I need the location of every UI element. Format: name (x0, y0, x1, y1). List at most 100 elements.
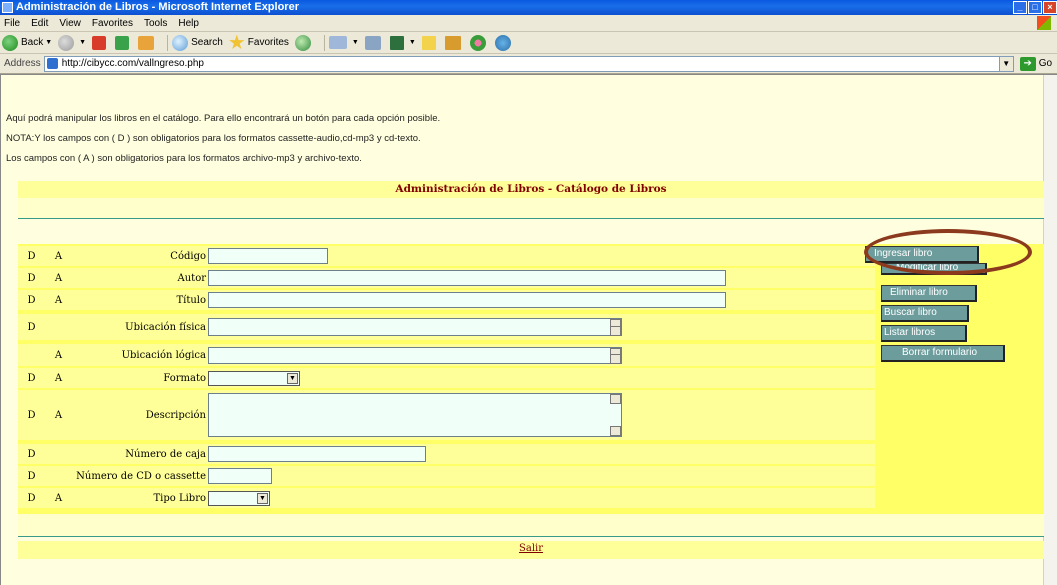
scroll-down-icon[interactable] (610, 426, 621, 436)
menu-edit[interactable]: Edit (31, 18, 48, 29)
messenger-icon (494, 34, 511, 51)
mail-button[interactable]: ▼ (328, 36, 359, 49)
form-row-descripcion: D A Descripción (18, 390, 875, 440)
ubicacion-fisica-textarea[interactable] (208, 318, 622, 336)
required-d-mark: D (27, 492, 36, 504)
page-title: Administración de Libros - Catálogo de L… (395, 183, 667, 195)
eliminar-libro-button[interactable]: Eliminar libro (881, 285, 977, 302)
formato-select[interactable]: ▼ (208, 370, 300, 386)
window-titlebar: Administración de Libros - Microsoft Int… (0, 0, 1057, 15)
divider (18, 218, 1044, 219)
numero-caja-input[interactable] (208, 446, 426, 462)
scroll-down-icon[interactable] (610, 326, 621, 336)
go-button[interactable]: ➔ Go (1019, 56, 1053, 71)
required-d-mark: D (27, 294, 36, 306)
ie-app-icon (2, 2, 13, 13)
home-icon (138, 35, 155, 50)
intro-line-3: Los campos con ( A ) son obligatorios pa… (6, 153, 362, 164)
menu-help[interactable]: Help (178, 18, 199, 29)
required-d-mark: D (27, 250, 36, 262)
vertical-scrollbar[interactable] (1043, 75, 1057, 585)
back-button[interactable]: Back ▼ (2, 34, 53, 51)
star-icon (229, 34, 245, 50)
salir-link[interactable]: Salir (519, 543, 543, 554)
flower-button[interactable] (469, 34, 489, 51)
autor-input[interactable] (208, 270, 726, 286)
maximize-button[interactable]: □ (1028, 1, 1042, 14)
buscar-libro-button[interactable]: Buscar libro (881, 305, 969, 322)
scroll-down-icon[interactable] (610, 353, 621, 364)
titulo-input[interactable] (208, 292, 726, 308)
required-a-mark: A (54, 349, 63, 361)
tipo-libro-label: Tipo Libro (153, 492, 206, 504)
footer-spacer (18, 514, 1044, 536)
print-button[interactable] (364, 35, 384, 50)
form-row-ubicacion-fisica: D Ubicación física (18, 314, 875, 340)
menu-tools[interactable]: Tools (144, 18, 167, 29)
home-button[interactable] (138, 35, 157, 50)
close-button[interactable]: × (1043, 1, 1057, 14)
form-row-titulo: D A Título (18, 290, 875, 310)
minimize-button[interactable]: _ (1013, 1, 1027, 14)
required-d-mark: D (27, 372, 36, 384)
refresh-button[interactable] (115, 35, 132, 50)
chevron-down-icon: ▼ (79, 39, 87, 46)
borrar-formulario-button[interactable]: Borrar formulario (881, 345, 1005, 362)
favorites-label: Favorites (247, 37, 289, 48)
search-button[interactable]: Search (172, 34, 223, 51)
menu-view[interactable]: View (59, 18, 81, 29)
menu-favorites[interactable]: Favorites (92, 18, 133, 29)
toolbar-separator (167, 34, 169, 51)
chevron-down-icon[interactable]: ▼ (998, 56, 1013, 71)
search-icon (172, 34, 189, 51)
required-d-mark: D (27, 448, 36, 460)
favorites-button[interactable]: Favorites (229, 34, 289, 51)
required-a-mark: A (54, 294, 63, 306)
note-icon (421, 35, 436, 50)
edit-icon (389, 35, 404, 50)
titulo-label: Título (176, 294, 206, 306)
chevron-down-icon: ▼ (45, 39, 53, 46)
required-a-mark: A (54, 372, 63, 384)
form-row-autor: D A Autor (18, 268, 875, 288)
codigo-input[interactable] (208, 248, 328, 264)
scroll-up-icon[interactable] (610, 394, 621, 404)
form-row-ubicacion-logica: A Ubicación lógica (18, 344, 875, 366)
research-button[interactable] (444, 35, 464, 50)
listar-libros-button[interactable]: Listar libros (881, 325, 967, 342)
numero-cd-label: Número de CD o cassette (76, 470, 206, 482)
messenger-button[interactable] (494, 34, 514, 51)
menu-bar: File Edit View Favorites Tools Help (0, 15, 1057, 32)
numero-cd-input[interactable] (208, 468, 272, 484)
window-controls: _ □ × (1013, 1, 1057, 14)
address-label: Address (4, 58, 41, 69)
form-row-tipo-libro: D A Tipo Libro ▼ (18, 488, 875, 508)
required-d-mark: D (27, 272, 36, 284)
required-a-mark: A (54, 492, 63, 504)
media-button[interactable] (294, 34, 314, 51)
stop-button[interactable] (92, 35, 109, 50)
address-input[interactable]: http://cibycc.com/vallngreso.php ▼ (43, 55, 1014, 72)
tipo-libro-select[interactable]: ▼ (208, 490, 270, 506)
go-arrow-icon: ➔ (1019, 56, 1036, 71)
back-label: Back (21, 37, 44, 48)
highlight-ellipse (864, 229, 1032, 275)
heading-band: Administración de Libros - Catálogo de L… (18, 181, 1044, 198)
media-icon (294, 34, 311, 51)
window-title: Administración de Libros - Microsoft Int… (16, 1, 299, 13)
go-label: Go (1038, 58, 1053, 69)
address-url: http://cibycc.com/vallngreso.php (61, 58, 204, 69)
research-icon (444, 35, 461, 50)
numero-caja-label: Número de caja (125, 448, 206, 460)
form-row-numero-cd: D Número de CD o cassette (18, 466, 875, 486)
discuss-button[interactable] (421, 35, 439, 50)
required-a-mark: A (54, 250, 63, 262)
forward-button[interactable]: ▼ (58, 34, 87, 51)
ubicacion-logica-textarea[interactable] (208, 346, 622, 364)
edit-button[interactable]: ▼ (389, 35, 416, 50)
menu-file[interactable]: File (4, 18, 20, 29)
intro-line-1: Aquí podrá manipular los libros en el ca… (6, 113, 441, 124)
heading-spacer (18, 198, 1044, 218)
salir-container: Salir (18, 543, 1044, 554)
descripcion-textarea[interactable] (208, 393, 622, 437)
